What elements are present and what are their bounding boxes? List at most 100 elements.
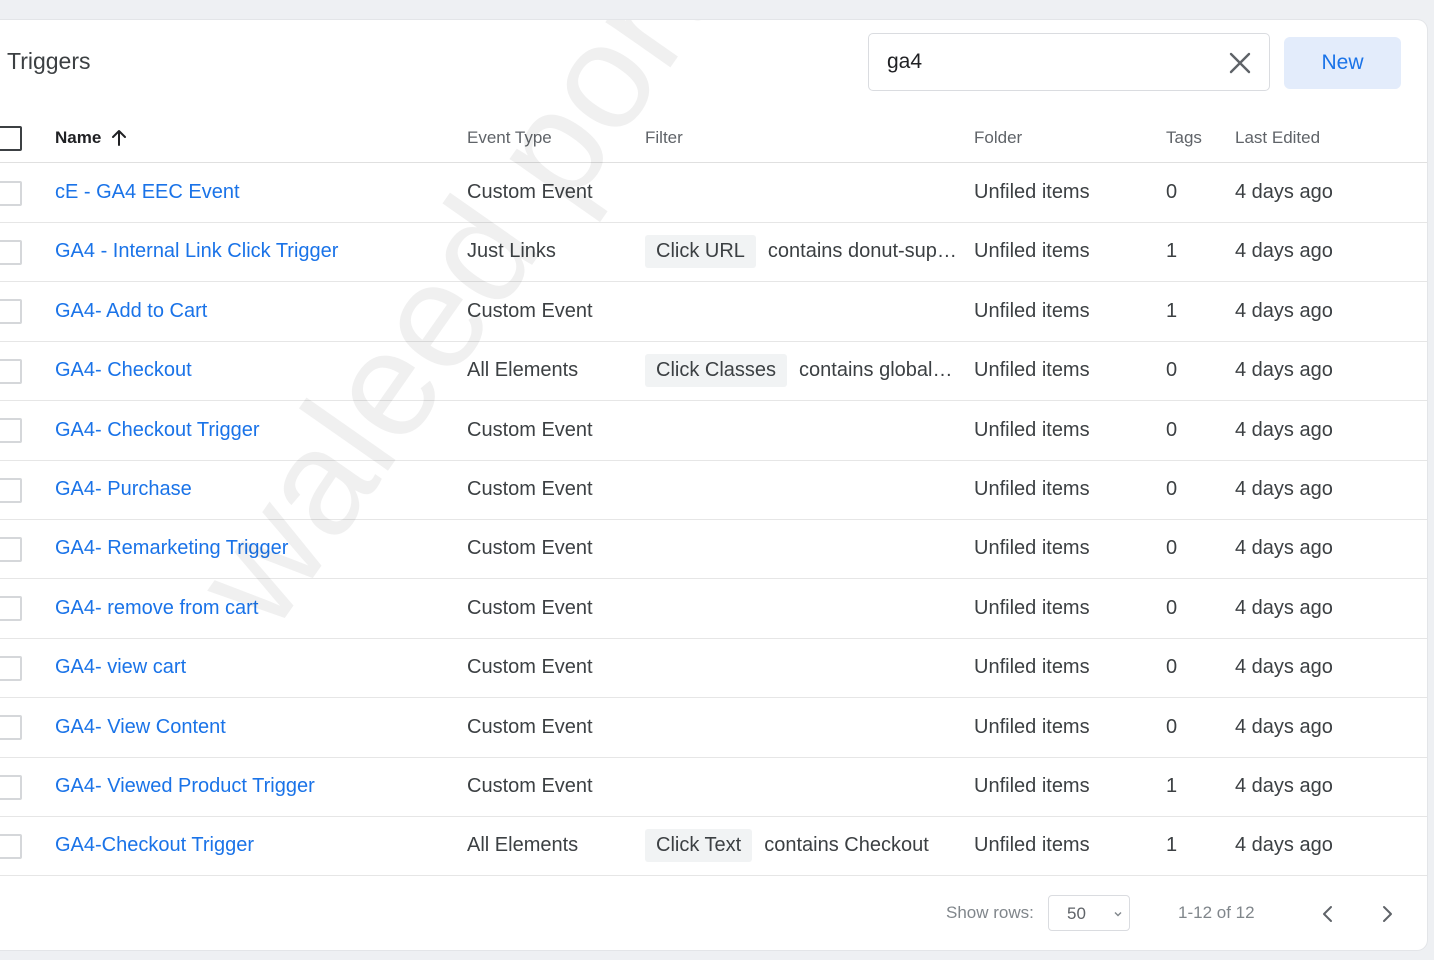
last-edited-cell: 4 days ago bbox=[1235, 656, 1333, 679]
event-type-cell: Custom Event bbox=[467, 418, 593, 441]
column-header-tags[interactable]: Tags bbox=[1166, 114, 1202, 162]
filter-cell bbox=[645, 282, 970, 341]
filter-cell bbox=[645, 460, 970, 519]
trigger-name-link[interactable]: GA4-Checkout Trigger bbox=[55, 834, 254, 857]
row-checkbox[interactable] bbox=[0, 418, 22, 444]
table-row[interactable]: GA4- remove from cart Custom Event Unfiled… bbox=[0, 579, 1427, 639]
row-checkbox[interactable] bbox=[0, 180, 22, 206]
last-edited-cell: 4 days ago bbox=[1235, 240, 1333, 263]
event-type-cell: Custom Event bbox=[467, 181, 593, 203]
filter-cell bbox=[645, 163, 970, 222]
folder-cell: Unfiled items bbox=[974, 418, 1090, 441]
filter-chip: Click URL bbox=[645, 235, 756, 269]
folder-cell: Unfiled items bbox=[974, 478, 1090, 500]
event-type-cell: Custom Event bbox=[467, 656, 593, 679]
trigger-name-link[interactable]: GA4- View Content bbox=[55, 716, 226, 739]
filter-cell bbox=[645, 638, 970, 697]
filter-cell bbox=[645, 757, 970, 816]
last-edited-cell: 4 days ago bbox=[1235, 478, 1333, 500]
column-header-event-type[interactable]: Event Type bbox=[467, 114, 552, 162]
folder-cell: Unfiled items bbox=[974, 181, 1090, 203]
table-row[interactable]: GA4- Checkout All Elements Click Classes co… bbox=[0, 341, 1427, 402]
tags-count-cell: 0 bbox=[1166, 418, 1178, 441]
trigger-name-link[interactable]: GA4- view cart bbox=[55, 656, 186, 679]
event-type-cell: Custom Event bbox=[467, 596, 593, 619]
folder-cell: Unfiled items bbox=[974, 299, 1090, 322]
row-checkbox[interactable] bbox=[0, 477, 22, 503]
chevron-right-icon[interactable] bbox=[1375, 902, 1399, 926]
filter-value: contains Checkout bbox=[764, 834, 929, 857]
trigger-name-link[interactable]: GA4- Remarketing Trigger bbox=[55, 537, 288, 560]
row-checkbox[interactable] bbox=[0, 596, 22, 622]
filter-cell bbox=[645, 579, 970, 638]
table-row[interactable]: GA4- Add to Cart Custom Event Unfiled item… bbox=[0, 282, 1427, 342]
filter-cell bbox=[645, 401, 970, 460]
event-type-cell: Custom Event bbox=[467, 715, 593, 738]
last-edited-cell: 4 days ago bbox=[1235, 537, 1333, 560]
rows-per-page-value: 50 bbox=[1067, 904, 1086, 923]
tags-count-cell: 0 bbox=[1166, 537, 1178, 560]
table-row[interactable]: GA4- Purchase Custom Event Unfiled items 0 4… bbox=[0, 460, 1427, 520]
table-row[interactable]: GA4 - Internal Link Click Trigger Just Li… bbox=[0, 222, 1427, 283]
clear-search-button[interactable] bbox=[1227, 50, 1253, 76]
search-box bbox=[868, 33, 1270, 91]
row-checkbox[interactable] bbox=[0, 833, 22, 859]
row-checkbox[interactable] bbox=[0, 774, 22, 800]
arrow-up-icon bbox=[112, 130, 127, 146]
filter-cell bbox=[645, 519, 970, 578]
chevron-left-icon[interactable] bbox=[1316, 902, 1340, 926]
table-row[interactable]: GA4- Checkout Trigger Custom Event Unfiled… bbox=[0, 401, 1427, 461]
last-edited-cell: 4 days ago bbox=[1235, 775, 1333, 797]
folder-cell: Unfiled items bbox=[974, 537, 1090, 560]
table-row[interactable]: GA4- Viewed Product Trigger Custom Event U… bbox=[0, 757, 1427, 817]
trigger-name-link[interactable]: GA4- Purchase bbox=[55, 478, 192, 501]
folder-cell: Unfiled items bbox=[974, 596, 1090, 619]
trigger-name-link[interactable]: GA4- Add to Cart bbox=[55, 300, 207, 323]
folder-cell: Unfiled items bbox=[974, 834, 1090, 857]
show-rows-label: Show rows: bbox=[946, 903, 1034, 922]
table-row[interactable]: GA4-Checkout Trigger All Elements Click Te… bbox=[0, 816, 1427, 877]
tags-count-cell: 1 bbox=[1166, 299, 1178, 322]
close-icon bbox=[1229, 52, 1251, 74]
table-row[interactable]: GA4- View Content Custom Event Unfiled ite… bbox=[0, 698, 1427, 758]
trigger-name-link[interactable]: GA4- remove from cart bbox=[55, 597, 258, 620]
trigger-name-link[interactable]: GA4- Checkout Trigger bbox=[55, 419, 260, 442]
table-row[interactable]: GA4- Remarketing Trigger Custom Event Unfi… bbox=[0, 519, 1427, 580]
last-edited-cell: 4 days ago bbox=[1235, 181, 1333, 203]
trigger-name-link[interactable]: GA4 - Internal Link Click Trigger bbox=[55, 240, 338, 263]
new-trigger-button[interactable]: New bbox=[1284, 37, 1401, 89]
row-checkbox[interactable] bbox=[0, 299, 22, 325]
last-edited-cell: 4 days ago bbox=[1235, 299, 1333, 322]
rows-per-page-select[interactable]: 50 bbox=[1048, 895, 1130, 931]
last-edited-cell: 4 days ago bbox=[1235, 834, 1333, 857]
tags-count-cell: 0 bbox=[1166, 715, 1178, 738]
filter-cell: Click Classes contains global… bbox=[645, 341, 970, 400]
row-checkbox[interactable] bbox=[0, 239, 22, 265]
tags-count-cell: 1 bbox=[1166, 775, 1178, 797]
row-checkbox[interactable] bbox=[0, 715, 22, 741]
column-header-folder[interactable]: Folder bbox=[974, 114, 1022, 162]
chevron-down-icon bbox=[1114, 912, 1122, 917]
folder-cell: Unfiled items bbox=[974, 775, 1090, 797]
trigger-name-link[interactable]: cE - GA4 EEC Event bbox=[55, 181, 240, 204]
event-type-cell: Custom Event bbox=[467, 775, 593, 797]
table-header: Name Event Type Filter Folder Tags Last … bbox=[0, 114, 1427, 163]
search-input[interactable] bbox=[887, 48, 1207, 76]
tags-count-cell: 1 bbox=[1166, 240, 1178, 263]
last-edited-cell: 4 days ago bbox=[1235, 359, 1333, 382]
select-all-checkbox[interactable] bbox=[0, 126, 22, 151]
tags-count-cell: 0 bbox=[1166, 596, 1178, 619]
tags-count-cell: 0 bbox=[1166, 478, 1178, 500]
column-header-last-edited[interactable]: Last Edited bbox=[1235, 114, 1320, 162]
table-row[interactable]: GA4- view cart Custom Event Unfiled items 0… bbox=[0, 638, 1427, 699]
column-header-name[interactable]: Name bbox=[55, 114, 129, 162]
row-checkbox[interactable] bbox=[0, 536, 22, 562]
row-checkbox[interactable] bbox=[0, 358, 22, 384]
event-type-cell: Custom Event bbox=[467, 478, 593, 500]
trigger-name-link[interactable]: GA4- Viewed Product Trigger bbox=[55, 775, 315, 798]
table-row[interactable]: cE - GA4 EEC Event Custom Event Unfiled it… bbox=[0, 163, 1427, 223]
tags-count-cell: 0 bbox=[1166, 656, 1178, 679]
row-checkbox[interactable] bbox=[0, 655, 22, 681]
filter-value: contains global… bbox=[799, 359, 953, 382]
trigger-name-link[interactable]: GA4- Checkout bbox=[55, 359, 192, 382]
